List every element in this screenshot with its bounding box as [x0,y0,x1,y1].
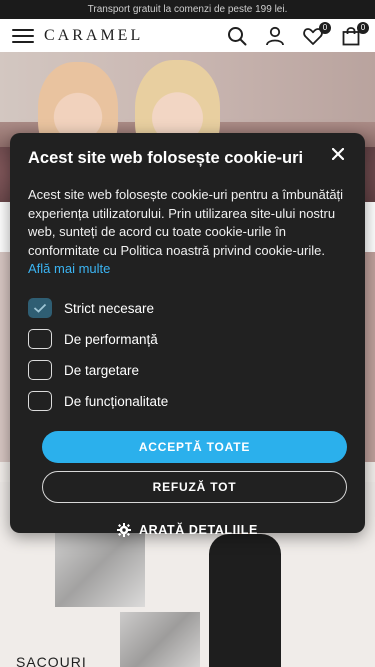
search-icon [228,26,247,45]
refuse-all-button[interactable]: REFUZĂ TOT [42,470,347,503]
user-icon [266,26,284,45]
close-icon [332,148,344,160]
performance-checkbox[interactable] [28,329,52,349]
checkbox-label: De performanță [64,331,158,347]
cookie-option-functionality[interactable]: De funcționalitate [28,386,347,417]
header-icons: 0 0 [225,21,369,48]
functionality-checkbox[interactable] [28,391,52,411]
site-header: CARAMEL 0 0 [0,19,375,52]
checkbox-label: De targetare [64,362,140,378]
wishlist-button[interactable]: 0 [301,21,331,48]
promo-bar: Transport gratuit la comenzi de peste 19… [0,0,375,19]
account-button[interactable] [263,24,287,48]
wishlist-count-badge: 0 [319,21,331,34]
menu-icon[interactable] [12,28,34,43]
cookie-option-performance[interactable]: De performanță [28,324,347,355]
cookie-options: Strict necesare De performanță De target… [28,293,347,417]
promo-text: Transport gratuit la comenzi de peste 19… [87,4,288,15]
show-details-label: ARATĂ DETALIILE [139,522,258,537]
cart-button[interactable]: 0 [339,21,369,48]
gear-icon [117,522,132,537]
category-title[interactable]: SACOURI [16,654,87,667]
show-details-button[interactable]: ARATĂ DETALIILE [28,522,347,537]
search-button[interactable] [225,24,249,48]
cookie-body-text: Acest site web folosește cookie-uri pent… [28,187,344,258]
cookie-option-targeting[interactable]: De targetare [28,355,347,386]
strict-necessary-checkbox[interactable] [28,298,52,318]
targeting-checkbox[interactable] [28,360,52,380]
learn-more-link[interactable]: Află mai multe [28,261,110,276]
accept-all-button[interactable]: ACCEPTĂ TOATE [42,430,347,463]
close-button[interactable] [329,145,347,163]
cookie-dialog-text: Acest site web folosește cookie-uri pent… [28,186,347,279]
cart-count-badge: 0 [357,21,369,34]
cookie-dialog-title: Acest site web folosește cookie-uri [28,149,304,167]
cookie-option-strict[interactable]: Strict necesare [28,293,347,324]
site-logo[interactable]: CARAMEL [44,27,143,45]
checkbox-label: De funcționalitate [64,393,169,409]
checkmark-icon [33,303,47,313]
checkbox-label: Strict necesare [64,300,155,316]
cookie-consent-dialog: Acest site web folosește cookie-uri Aces… [10,133,365,537]
